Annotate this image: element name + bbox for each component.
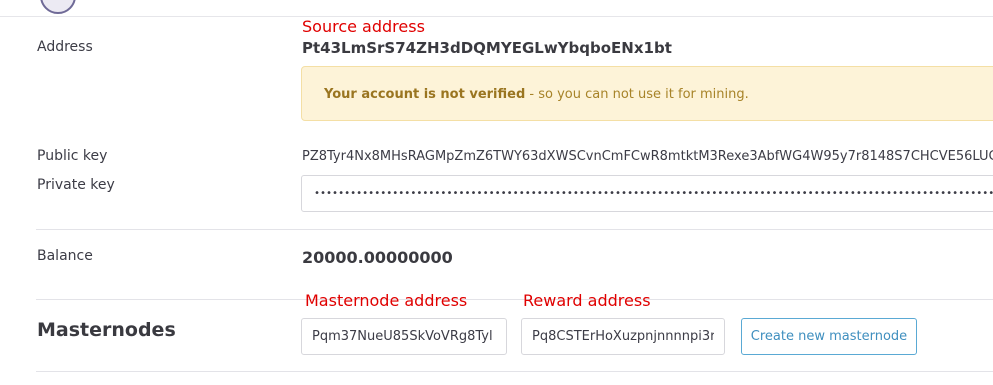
divider bbox=[36, 229, 993, 230]
masternode-address-input[interactable] bbox=[301, 318, 507, 355]
address-value: Pt43LmSrS74ZH3dDQMYEGLwYbqboENx1bt bbox=[302, 39, 672, 57]
private-key-field[interactable]: ••••••••••••••••••••••••••••••••••••••••… bbox=[301, 175, 993, 212]
avatar[interactable] bbox=[40, 0, 76, 14]
alert-strong-text: Your account is not verified bbox=[324, 87, 526, 102]
balance-label: Balance bbox=[37, 248, 93, 264]
reward-address-input[interactable] bbox=[521, 318, 725, 355]
masternode-address-annotation: Masternode address bbox=[305, 291, 468, 310]
wallet-page: Source address Address Pt43LmSrS74ZH3dDQ… bbox=[0, 0, 993, 385]
divider bbox=[36, 371, 993, 372]
public-key-label: Public key bbox=[37, 148, 108, 164]
private-key-label: Private key bbox=[37, 177, 115, 193]
top-bar bbox=[0, 0, 993, 17]
address-label: Address bbox=[37, 39, 93, 55]
source-address-annotation: Source address bbox=[302, 17, 425, 36]
reward-address-annotation: Reward address bbox=[523, 291, 651, 310]
public-key-value: PZ8Tyr4Nx8MHsRAGMpZmZ6TWY63dXWSCvnCmFCwR… bbox=[302, 149, 993, 164]
alert-rest-text: - so you can not use it for mining. bbox=[525, 87, 749, 102]
verification-alert: Your account is not verified - so you ca… bbox=[301, 66, 993, 121]
masternodes-title: Masternodes bbox=[37, 319, 176, 341]
alert-message: Your account is not verified - so you ca… bbox=[324, 87, 749, 102]
balance-value: 20000.00000000 bbox=[302, 248, 453, 267]
create-masternode-button[interactable]: Create new masternode bbox=[741, 318, 917, 355]
divider bbox=[36, 299, 993, 300]
